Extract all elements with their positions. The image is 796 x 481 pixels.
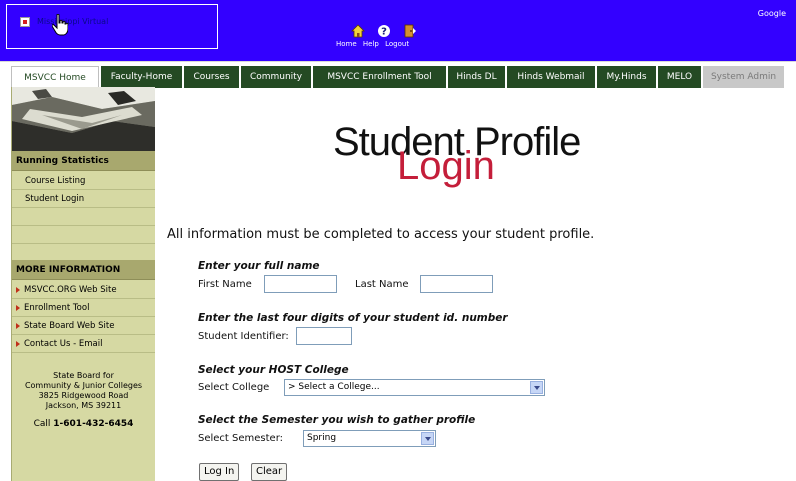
tab-my-hinds[interactable]: My.Hinds: [597, 66, 656, 88]
help-link[interactable]: Help: [363, 40, 379, 48]
home-link[interactable]: Home: [336, 40, 357, 48]
page-subtitle: Login: [397, 144, 495, 188]
sidebar-link-label: MSVCC.ORG Web Site: [24, 285, 117, 295]
running-statistics-header: Running Statistics: [12, 151, 155, 171]
home-icon[interactable]: [351, 24, 365, 38]
broken-image-icon: [20, 17, 30, 27]
instructions-text: All information must be completed to acc…: [167, 227, 595, 242]
site-logo[interactable]: Mississippi Virtual: [6, 4, 218, 49]
tab-enrollment-tool[interactable]: MSVCC Enrollment Tool: [313, 66, 446, 88]
logout-icon[interactable]: [403, 24, 417, 38]
tab-community[interactable]: Community: [241, 66, 311, 88]
tab-hinds-dl[interactable]: Hinds DL: [448, 66, 505, 88]
sidebar-item-contact-us[interactable]: Contact Us - Email: [12, 335, 155, 353]
top-banner: Mississippi Virtual Google ? Home Help L…: [0, 0, 796, 61]
more-information-header: MORE INFORMATION: [12, 260, 155, 280]
contact-line: State Board for: [53, 371, 114, 380]
sidebar-item-student-login[interactable]: Student Login: [12, 190, 155, 208]
google-link[interactable]: Google: [758, 9, 786, 18]
semester-select[interactable]: Spring: [303, 430, 436, 447]
bullet-arrow-icon: [16, 304, 20, 311]
bullet-arrow-icon: [16, 286, 20, 293]
college-select[interactable]: > Select a College...: [284, 379, 545, 396]
bullet-arrow-icon: [16, 340, 20, 347]
sidebar-link-label: Contact Us - Email: [24, 339, 103, 349]
tab-msvcc-home[interactable]: MSVCC Home: [11, 66, 99, 88]
first-name-label: First Name: [198, 279, 252, 290]
sidebar-blank-row: [12, 226, 155, 244]
sidebar-item-enrollment-tool[interactable]: Enrollment Tool: [12, 299, 155, 317]
help-icon[interactable]: ?: [377, 24, 391, 38]
svg-text:?: ?: [381, 27, 387, 38]
last-name-field[interactable]: [420, 275, 493, 293]
contact-block: State Board for Community & Junior Colle…: [12, 371, 155, 429]
login-button[interactable]: Log In: [199, 463, 240, 481]
clear-button[interactable]: Clear: [251, 463, 288, 481]
tab-faculty-home[interactable]: Faculty-Home: [101, 66, 182, 88]
contact-phone: Call 1-601-432-6454: [33, 419, 134, 429]
chevron-down-icon[interactable]: [530, 381, 543, 394]
tab-bar: MSVCC Home Faculty-Home Courses Communit…: [0, 61, 796, 88]
select-semester-label: Select Semester:: [198, 433, 284, 444]
tab-courses[interactable]: Courses: [184, 66, 239, 88]
select-college-label: Select College: [198, 382, 270, 393]
sidebar-item-course-listing[interactable]: Course Listing: [12, 172, 155, 190]
sidebar-item-state-board[interactable]: State Board Web Site: [12, 317, 155, 335]
first-name-field[interactable]: [264, 275, 337, 293]
tab-melo[interactable]: MELO: [658, 66, 701, 88]
sidebar-item-msvcc-website[interactable]: MSVCC.ORG Web Site: [12, 281, 155, 299]
sidebar-link-label: Enrollment Tool: [24, 303, 90, 313]
sidebar: Running Statistics Course Listing Studen…: [11, 87, 155, 481]
logout-link[interactable]: Logout: [385, 40, 409, 48]
tab-system-admin[interactable]: System Admin: [703, 66, 784, 88]
top-links: Home Help Logout: [336, 40, 413, 48]
phone-number: 1-601-432-6454: [53, 419, 134, 429]
college-select-value: > Select a College...: [288, 382, 380, 392]
name-heading: Enter your full name: [198, 260, 320, 272]
semester-select-value: Spring: [307, 433, 337, 443]
semester-heading: Select the Semester you wish to gather p…: [198, 414, 476, 426]
sidebar-photo: [12, 87, 155, 151]
student-identifier-field[interactable]: [296, 327, 352, 345]
sidebar-blank-row: [12, 208, 155, 226]
contact-line: Community & Junior Colleges: [24, 381, 143, 390]
student-identifier-label: Student Identifier:: [198, 331, 289, 342]
contact-line: 3825 Ridgewood Road: [38, 391, 129, 400]
chevron-down-icon[interactable]: [421, 432, 434, 445]
bullet-arrow-icon: [16, 322, 20, 329]
sidebar-link-label: State Board Web Site: [24, 321, 115, 331]
college-heading: Select your HOST College: [198, 364, 349, 376]
last-name-label: Last Name: [355, 279, 409, 290]
hand-cursor-icon: [52, 14, 68, 36]
id-heading: Enter the last four digits of your stude…: [198, 312, 508, 324]
logo-alt-text: Mississippi Virtual: [37, 17, 109, 26]
contact-line: Jackson, MS 39211: [45, 401, 122, 410]
tab-hinds-webmail[interactable]: Hinds Webmail: [507, 66, 595, 88]
